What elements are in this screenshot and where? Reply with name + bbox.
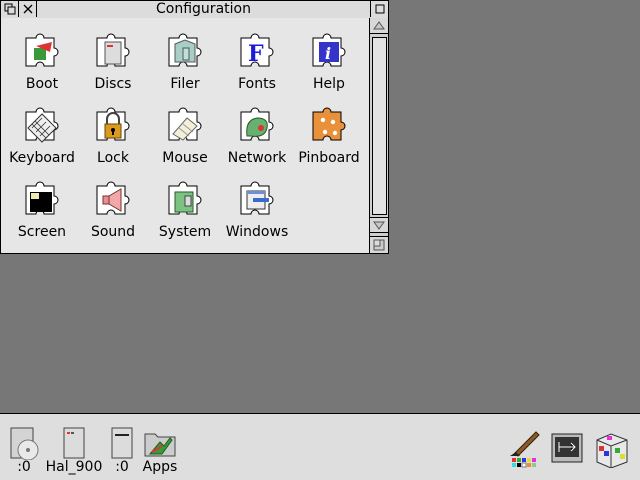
vertical-scrollbar[interactable] bbox=[369, 18, 388, 253]
svg-text:i: i bbox=[325, 44, 331, 63]
sound-icon bbox=[96, 181, 130, 215]
item-sound[interactable]: Sound bbox=[77, 180, 149, 250]
fonts-icon: F bbox=[240, 33, 274, 67]
icon-bar: :0 Hal_900 :0 Apps bbox=[0, 413, 640, 480]
item-label: Boot bbox=[25, 76, 59, 92]
scroll-thumb[interactable] bbox=[372, 37, 387, 215]
item-label: Network bbox=[227, 150, 287, 166]
item-label: Fonts bbox=[238, 76, 276, 92]
task-manager[interactable] bbox=[590, 432, 632, 468]
windows-icon bbox=[240, 181, 274, 215]
item-label: Screen bbox=[17, 224, 67, 240]
floppy-drive-icon bbox=[111, 427, 133, 459]
screen-icon bbox=[25, 181, 59, 215]
back-button[interactable] bbox=[1, 1, 19, 17]
icon-area: Boot Discs Filer F Fonts i Help Keyboard… bbox=[1, 18, 370, 253]
lock-icon bbox=[96, 107, 130, 141]
item-fonts[interactable]: F Fonts bbox=[221, 32, 293, 102]
network-icon bbox=[240, 107, 274, 141]
system-icon bbox=[168, 181, 202, 215]
filer-icon bbox=[168, 33, 202, 67]
boot-icon bbox=[25, 33, 59, 67]
display-manager[interactable] bbox=[508, 428, 544, 468]
item-lock[interactable]: Lock bbox=[77, 106, 149, 176]
item-network[interactable]: Network bbox=[221, 106, 293, 176]
floppy-drive-label: :0 bbox=[115, 459, 129, 475]
item-windows[interactable]: Windows bbox=[221, 180, 293, 250]
resize-icon bbox=[373, 239, 385, 251]
down-arrow-icon bbox=[373, 221, 385, 230]
window-title[interactable]: Configuration bbox=[39, 1, 368, 17]
mouse-icon bbox=[168, 107, 202, 141]
hard-disc-label: Hal_900 bbox=[45, 459, 103, 475]
scroll-up-button[interactable] bbox=[370, 18, 388, 34]
cd-drive[interactable]: :0 bbox=[6, 426, 42, 475]
title-bar[interactable]: Configuration bbox=[1, 1, 388, 19]
keyboard-icon bbox=[25, 107, 59, 143]
item-label: Lock bbox=[97, 150, 129, 166]
palette-icon bbox=[510, 431, 540, 468]
back-icon bbox=[4, 3, 15, 15]
help-icon: i bbox=[312, 33, 346, 67]
item-label: Mouse bbox=[162, 150, 208, 166]
item-keyboard[interactable]: Keyboard bbox=[6, 106, 78, 176]
item-label: Pinboard bbox=[298, 150, 360, 166]
apps-label: Apps bbox=[142, 459, 178, 475]
item-help[interactable]: i Help bbox=[293, 32, 365, 102]
item-boot[interactable]: Boot bbox=[6, 32, 78, 102]
svg-text:F: F bbox=[248, 41, 264, 67]
item-label: System bbox=[158, 224, 212, 240]
item-filer[interactable]: Filer bbox=[149, 32, 221, 102]
hard-disc[interactable]: Hal_900 bbox=[44, 426, 104, 475]
item-label: Discs bbox=[94, 76, 132, 92]
floppy-drive[interactable]: :0 bbox=[106, 426, 138, 475]
screen-mode[interactable] bbox=[549, 432, 585, 466]
scroll-down-button[interactable] bbox=[370, 217, 388, 233]
item-system[interactable]: System bbox=[149, 180, 221, 250]
item-pinboard[interactable]: Pinboard bbox=[293, 106, 365, 176]
item-screen[interactable]: Screen bbox=[6, 180, 78, 250]
pinboard-icon bbox=[312, 107, 346, 141]
close-icon bbox=[23, 4, 32, 14]
up-arrow-icon bbox=[373, 21, 385, 30]
item-label: Filer bbox=[170, 76, 200, 92]
item-label: Keyboard bbox=[9, 150, 75, 166]
discs-icon bbox=[96, 33, 130, 67]
apps-folder-icon bbox=[144, 433, 176, 457]
item-label: Help bbox=[313, 76, 345, 92]
close-button[interactable] bbox=[19, 1, 37, 17]
cd-drive-icon bbox=[10, 427, 39, 460]
monitor-icon bbox=[551, 433, 583, 463]
item-label: Sound bbox=[90, 224, 136, 240]
hard-disc-icon bbox=[63, 427, 85, 459]
item-mouse[interactable]: Mouse bbox=[149, 106, 221, 176]
configuration-window[interactable]: Configuration Boot Discs Filer F Fonts i… bbox=[0, 0, 389, 254]
toggle-size-icon bbox=[375, 4, 384, 14]
toggle-size-button[interactable] bbox=[370, 1, 388, 17]
acorn-cube-icon bbox=[596, 433, 628, 468]
cd-drive-label: :0 bbox=[17, 459, 31, 475]
item-label: Windows bbox=[225, 224, 289, 240]
apps[interactable]: Apps bbox=[140, 426, 180, 475]
resize-handle[interactable] bbox=[370, 236, 388, 253]
item-discs[interactable]: Discs bbox=[77, 32, 149, 102]
